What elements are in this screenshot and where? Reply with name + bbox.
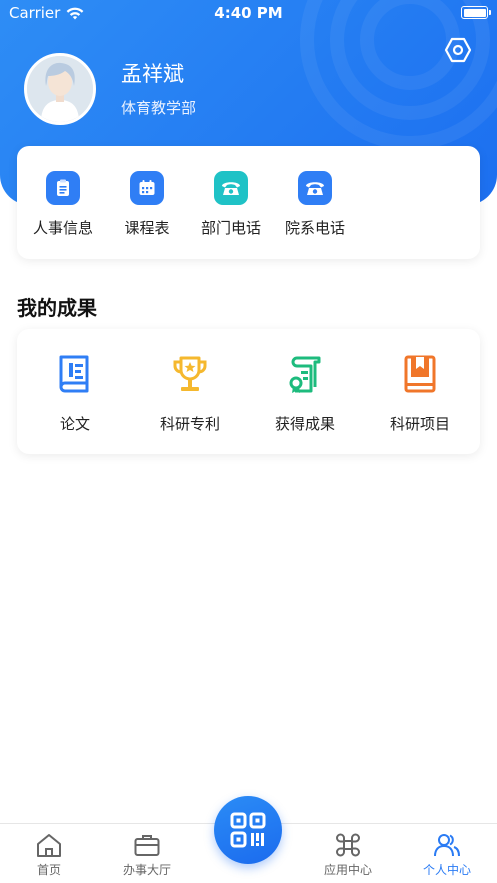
telephone-icon: [298, 171, 332, 205]
trophy-icon: [170, 353, 210, 397]
qr-scan-icon: [230, 812, 266, 848]
achievements-section-title: 我的成果: [17, 296, 97, 320]
tab-app-center[interactable]: 应用中心: [303, 832, 393, 878]
briefcase-icon: [134, 835, 160, 856]
scan-qr-button[interactable]: [214, 796, 282, 864]
achievement-results[interactable]: 获得成果: [250, 353, 360, 434]
user-name: 孟祥斌: [121, 62, 184, 86]
quick-action-department-phone[interactable]: 部门电话: [189, 171, 273, 238]
achievement-papers[interactable]: 论文: [20, 353, 130, 434]
settings-hexagon-icon[interactable]: [444, 36, 472, 64]
tab-service-hall[interactable]: 办事大厅: [102, 832, 192, 878]
avatar[interactable]: [24, 53, 96, 125]
tab-personal-center[interactable]: 个人中心: [402, 832, 492, 878]
command-icon: [336, 833, 360, 857]
project-book-icon: [400, 353, 440, 397]
certificate-scroll-icon: [285, 353, 325, 397]
status-time: 4:40 PM: [214, 4, 283, 22]
quick-actions-card: 人事信息 课程表 部门电话 院系电话: [17, 146, 480, 259]
home-icon: [37, 834, 61, 857]
calendar-icon: [130, 171, 164, 205]
tab-home[interactable]: 首页: [4, 832, 94, 878]
status-bar: Carrier 4:40 PM: [0, 0, 497, 26]
telephone-icon: [214, 171, 248, 205]
achievement-research-projects[interactable]: 科研项目: [365, 353, 475, 434]
quick-action-faculty-phone[interactable]: 院系电话: [273, 171, 357, 238]
battery-icon: [461, 6, 491, 19]
paper-document-icon: [55, 353, 95, 397]
achievement-patents[interactable]: 科研专利: [135, 353, 245, 434]
quick-action-timetable[interactable]: 课程表: [105, 171, 189, 238]
users-icon: [434, 834, 460, 857]
user-department: 体育教学部: [121, 99, 197, 117]
achievements-card: 论文 科研专利 获得成果 科研项目: [17, 329, 480, 454]
clipboard-icon: [46, 171, 80, 205]
quick-action-personnel-info[interactable]: 人事信息: [21, 171, 105, 238]
